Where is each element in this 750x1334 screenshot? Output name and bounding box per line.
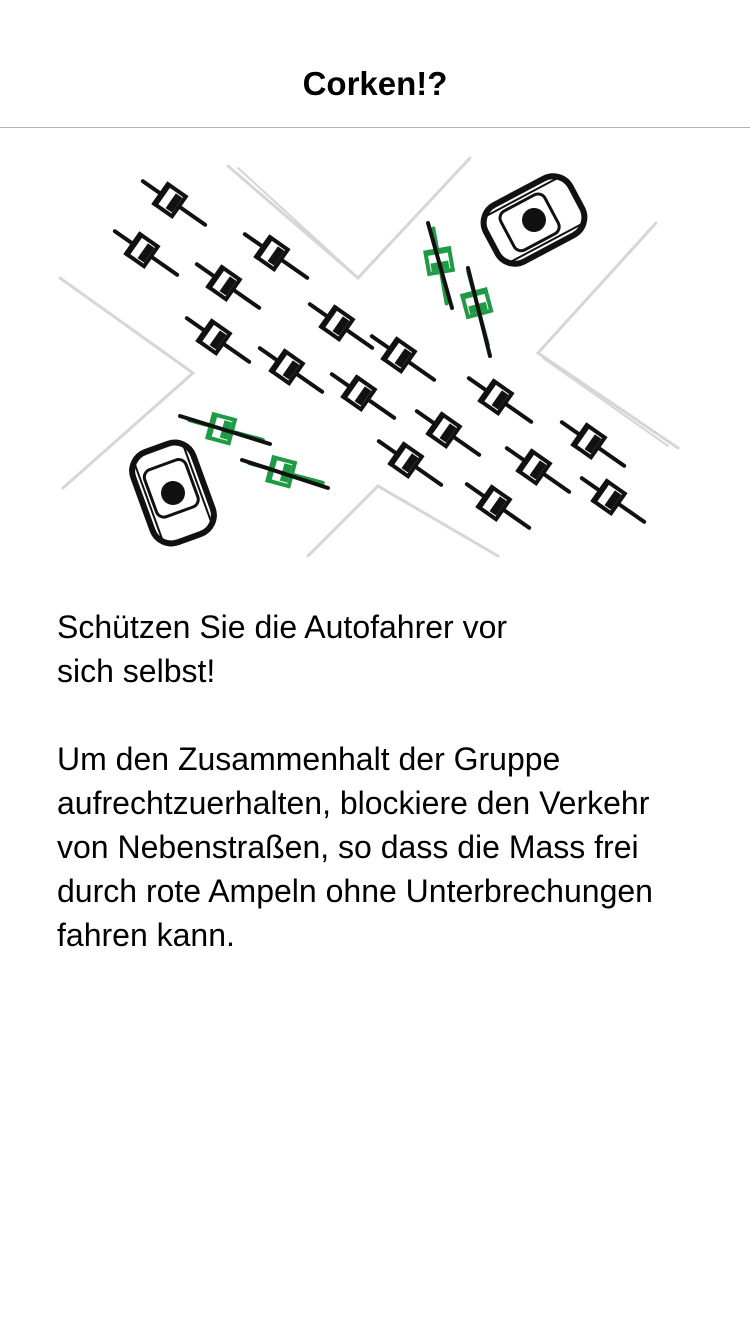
car-top-right-icon [480,173,588,267]
content-area: Schützen Sie die Autofahrer vor sich sel… [57,605,707,957]
page-title: Corken!? [302,65,448,102]
car-bottom-left-icon [129,439,217,547]
navigation-bar: Corken!? [0,0,750,128]
body-text: Um den Zusammenhalt der Gruppe aufrechtz… [57,741,653,953]
lead-text: Schützen Sie die Autofahrer vor sich sel… [57,609,508,689]
critical-mass-illustration [58,156,680,558]
